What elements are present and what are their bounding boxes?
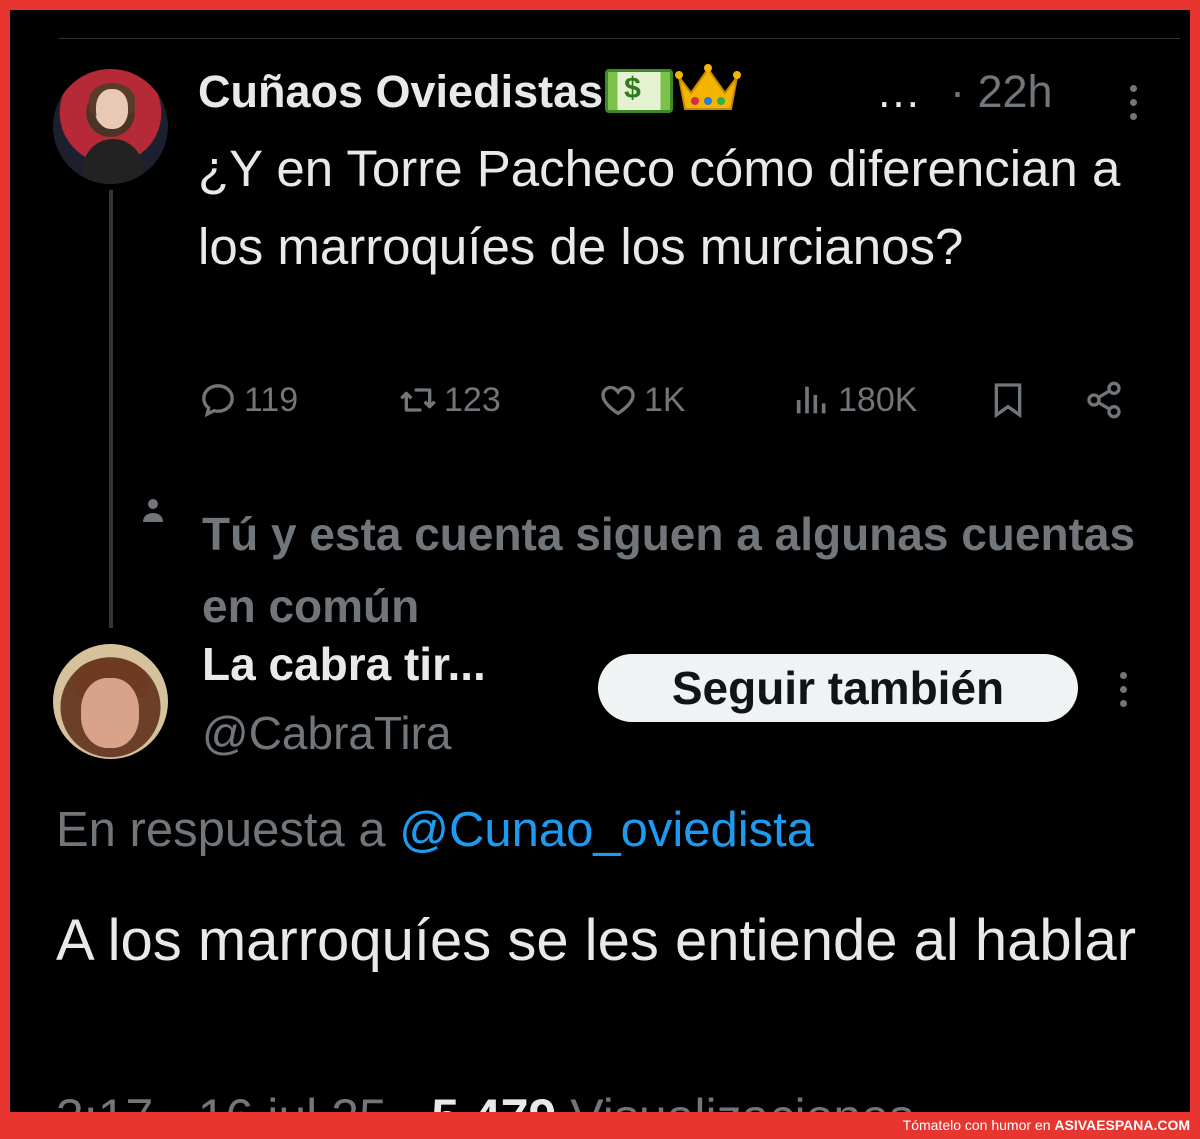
reply-text: A los marroquíes se les entiende al habl… bbox=[56, 908, 1137, 973]
watermark: Tómatelo con humor en ASIVAESPANA.COM bbox=[902, 1117, 1190, 1133]
reply-button[interactable]: 119 bbox=[198, 380, 298, 420]
reply-author-handle[interactable]: @CabraTira bbox=[202, 706, 452, 760]
cash-emoji-icon: $ bbox=[605, 69, 674, 114]
bookmark-button[interactable] bbox=[988, 380, 1028, 420]
person-icon bbox=[143, 499, 163, 522]
crown-emoji-icon bbox=[675, 64, 742, 111]
tweet-timestamp[interactable]: · 22h bbox=[950, 66, 1053, 118]
tweet-screenshot: Cuñaos Oviedistas $ … · 22h ¿Y en Torre P… bbox=[10, 10, 1190, 1112]
views-icon bbox=[796, 386, 826, 414]
like-button[interactable]: 1K bbox=[598, 380, 686, 420]
avatar[interactable] bbox=[53, 69, 168, 184]
author-name[interactable]: Cuñaos Oviedistas $ bbox=[198, 64, 743, 121]
more-icon[interactable] bbox=[1118, 672, 1128, 707]
divider bbox=[58, 38, 1180, 39]
tweet-meta-cut: 3:17 · 16 jul 25 · 5.479 Visualizaciones bbox=[56, 1088, 914, 1112]
reply-to-mention-link[interactable]: @Cunao_oviedista bbox=[399, 803, 814, 857]
social-context-text: Tú y esta cuenta siguen a algunas cuenta… bbox=[202, 508, 1136, 632]
reply-to-line: En respuesta a @Cunao_oviedista bbox=[56, 803, 815, 857]
share-button[interactable] bbox=[1084, 380, 1124, 420]
watermark-brand[interactable]: ASIVAESPANA.COM bbox=[1054, 1117, 1190, 1133]
thread-connector bbox=[109, 190, 113, 628]
tweet-actions: 119 123 1K 180K bbox=[198, 380, 1128, 440]
repost-icon bbox=[400, 388, 436, 412]
name-ellipsis: … bbox=[876, 66, 921, 117]
reply-icon bbox=[202, 384, 234, 418]
avatar[interactable] bbox=[53, 644, 168, 759]
like-icon bbox=[601, 385, 635, 416]
repost-button[interactable]: 123 bbox=[398, 380, 501, 420]
share-icon bbox=[1087, 381, 1121, 419]
follow-button[interactable]: Seguir también bbox=[598, 654, 1078, 722]
bookmark-icon bbox=[994, 383, 1022, 419]
more-icon[interactable] bbox=[1128, 85, 1138, 120]
tweet-text: ¿Y en Torre Pacheco cómo diferencian a l… bbox=[198, 140, 1121, 275]
views-button[interactable]: 180K bbox=[792, 380, 917, 420]
reply-author-name[interactable]: La cabra tir... bbox=[202, 637, 486, 691]
